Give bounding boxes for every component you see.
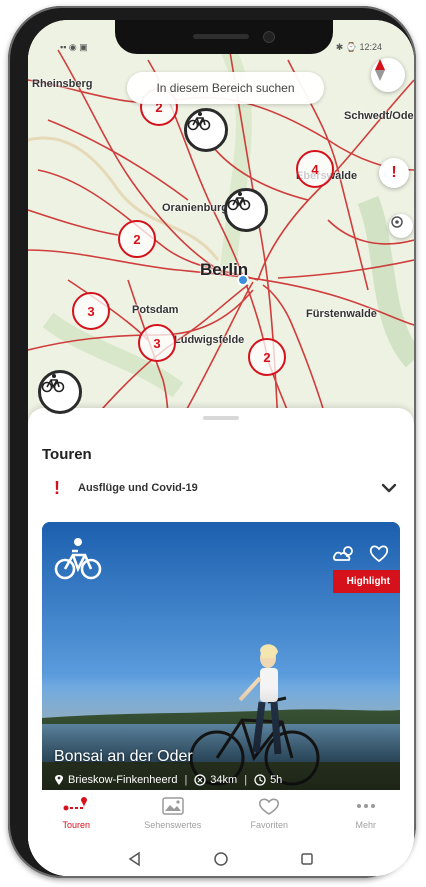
route-icon	[63, 797, 88, 811]
compass-icon	[375, 59, 385, 81]
cluster-marker[interactable]: 2	[248, 338, 286, 376]
recents-icon[interactable]	[299, 851, 315, 867]
notice-text: Ausflüge und Covid-19	[78, 482, 198, 494]
tab-mehr[interactable]: Mehr	[318, 790, 415, 842]
tour-title: Bonsai an der Oder	[54, 748, 193, 765]
city-label-ludwigsfelde: Ludwigsfelde	[174, 334, 245, 346]
phone-frame: Berlin Potsdam Oranienburg Eberswalde Fü…	[8, 6, 416, 878]
location-pin-icon	[55, 775, 63, 785]
exclamation-icon: !	[54, 477, 60, 498]
cluster-marker[interactable]: 3	[72, 292, 110, 330]
tour-meta: Brieskow-Finkenheerd | 34km | 5h	[54, 774, 282, 786]
speaker-grille	[193, 34, 249, 39]
tab-label: Touren	[62, 820, 91, 830]
bicycle-icon	[41, 374, 65, 393]
bicycle-icon	[227, 192, 251, 211]
meta-divider: |	[184, 774, 188, 786]
tab-label: Sehenswertes	[144, 820, 202, 830]
locate-button[interactable]	[389, 214, 413, 238]
tab-favoriten[interactable]: Favoriten	[221, 790, 318, 842]
city-label-fuerstenwalde: Fürstenwalde	[306, 308, 377, 320]
tab-label: Favoriten	[250, 820, 289, 830]
tab-sehenswertes[interactable]: Sehenswertes	[125, 790, 222, 842]
sheet-drag-handle[interactable]	[203, 416, 239, 420]
distance-icon	[194, 774, 206, 786]
tour-duration: 5h	[270, 774, 283, 786]
back-icon[interactable]	[127, 851, 143, 867]
bicycle-icon	[187, 112, 211, 131]
tab-label: Mehr	[355, 820, 376, 830]
landscape-icon	[162, 797, 184, 815]
meta-divider: |	[244, 774, 248, 786]
front-camera	[263, 31, 275, 43]
bike-tour-marker[interactable]	[224, 188, 268, 232]
city-label-berlin: Berlin	[200, 260, 249, 279]
city-label-rheinsberg: Rheinsberg	[32, 78, 93, 90]
heart-icon[interactable]	[368, 542, 390, 564]
city-label-potsdam: Potsdam	[132, 304, 179, 316]
camera-notch	[115, 20, 333, 54]
tour-distance: 34km	[210, 774, 238, 786]
highlight-badge: Highlight	[332, 570, 400, 593]
compass-button[interactable]	[371, 58, 405, 92]
city-label-schwedt: Schwedt/Oder	[344, 110, 414, 122]
tour-location: Brieskow-Finkenheerd	[68, 774, 178, 786]
covid-notice-row[interactable]: ! Ausflüge und Covid-19	[42, 470, 400, 506]
chevron-down-icon[interactable]	[378, 477, 400, 499]
bike-tour-marker[interactable]	[184, 108, 228, 152]
heart-icon	[259, 798, 280, 815]
tour-card[interactable]: Highlight Bonsai an der Oder Brieskow-Fi…	[42, 522, 400, 798]
cluster-marker[interactable]: 3	[138, 324, 176, 362]
exclamation-icon: !	[391, 164, 397, 181]
city-label-oranienburg: Oranienburg	[162, 202, 229, 214]
status-bar-left: ▪▪ ◉ ▣	[60, 42, 88, 52]
bottom-tab-bar: Touren Sehenswertes Favoriten Mehr	[28, 790, 414, 842]
status-bar-right: ✱ ⌚ 12:24	[335, 42, 382, 52]
cluster-marker[interactable]: 2	[118, 220, 156, 258]
locate-icon	[391, 216, 403, 228]
bike-tour-marker[interactable]	[38, 370, 82, 414]
system-nav-bar	[28, 842, 414, 876]
bicycle-icon	[54, 538, 102, 580]
map-alert-button[interactable]: !	[379, 158, 409, 188]
app-screen: Berlin Potsdam Oranienburg Eberswalde Fü…	[28, 20, 414, 876]
home-icon[interactable]	[213, 851, 229, 867]
sheet-title: Touren	[42, 446, 92, 463]
weather-icon	[333, 546, 353, 561]
search-area-button[interactable]: In diesem Bereich suchen	[127, 72, 324, 104]
map-view[interactable]: Berlin Potsdam Oranienburg Eberswalde Fü…	[28, 20, 414, 425]
more-icon	[356, 804, 375, 808]
tab-touren[interactable]: Touren	[28, 790, 125, 842]
cluster-marker[interactable]: 4	[296, 150, 334, 188]
clock-icon	[254, 774, 266, 786]
